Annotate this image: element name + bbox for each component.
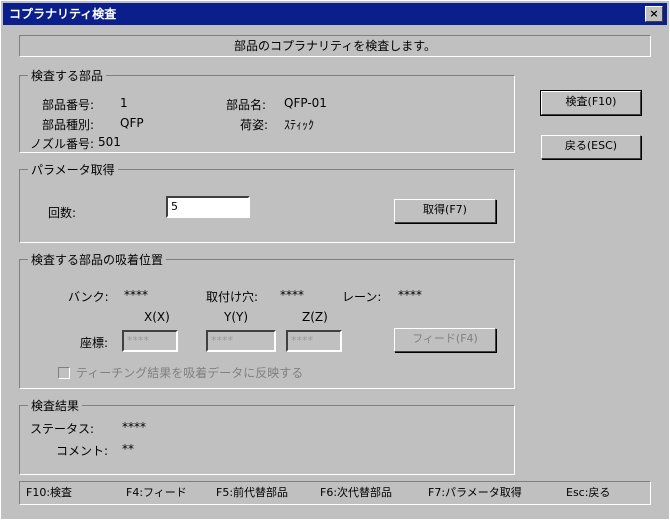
status-label: ステータス:	[30, 422, 95, 436]
nozzle-label: ノズル番号:	[30, 137, 95, 151]
status-value: ****	[122, 420, 146, 434]
part-name-value: QFP-01	[284, 96, 327, 110]
z-axis-label: Z(Z)	[302, 310, 328, 324]
param-group: パラメータ取得 回数: 5 取得(F7)	[19, 161, 515, 243]
shortcut-f4: F4:フィード	[126, 486, 187, 499]
bank-label: バンク:	[68, 290, 109, 304]
shortcut-f6: F6:次代替部品	[320, 486, 393, 499]
z-coord-input[interactable]: ****	[286, 330, 342, 352]
position-group: 検査する部品の吸着位置 バンク: **** 取付け穴: **** レーン: **…	[19, 251, 515, 389]
part-number-value: 1	[120, 96, 128, 110]
x-coord-input[interactable]: ****	[122, 330, 178, 352]
lane-label: レーン:	[342, 290, 382, 304]
shortcut-f5: F5:前代替部品	[216, 486, 289, 499]
shortcut-esc: Esc:戻る	[566, 486, 611, 499]
reflect-checkbox[interactable]	[58, 367, 70, 379]
y-coord-input[interactable]: ****	[206, 330, 276, 352]
shortcut-f10: F10:検査	[26, 486, 73, 499]
lane-value: ****	[398, 288, 422, 302]
fixture-label: 取付け穴:	[206, 290, 259, 304]
part-group: 検査する部品 部品番号: 1 部品名: QFP-01 部品種別: QFP 荷姿:…	[19, 67, 515, 153]
result-group: 検査結果 ステータス: **** コメント: **	[19, 397, 515, 475]
message-bar: 部品のコプラナリティを検査します。	[19, 35, 651, 57]
coplanarity-dialog: コプラナリティ検査 × 部品のコプラナリティを検査します。 検査する部品 部品番…	[0, 0, 670, 520]
acquire-button[interactable]: 取得(F7)	[394, 199, 496, 223]
part-name-label: 部品名:	[226, 98, 267, 112]
part-type-label: 部品種別:	[42, 118, 95, 132]
bank-value: ****	[124, 288, 148, 302]
shortcut-bar: F10:検査 F4:フィード F5:前代替部品 F6:次代替部品 F7:パラメー…	[19, 481, 651, 505]
count-label: 回数:	[48, 206, 77, 220]
comment-label: コメント:	[56, 444, 109, 458]
back-button[interactable]: 戻る(ESC)	[541, 135, 641, 159]
coord-label: 座標:	[80, 336, 109, 350]
y-axis-label: Y(Y)	[224, 310, 249, 324]
feed-button[interactable]: フィード(F4)	[394, 328, 496, 352]
window-title: コプラナリティ検査	[9, 7, 117, 21]
title-bar[interactable]: コプラナリティ検査 ×	[3, 3, 667, 25]
inspect-button[interactable]: 検査(F10)	[540, 90, 642, 116]
shape-value: ｽﾃｨｯｸ	[284, 118, 315, 132]
fixture-value: ****	[280, 288, 304, 302]
reflect-checkbox-label: ティーチング結果を吸着データに反映する	[76, 366, 304, 380]
close-button[interactable]: ×	[645, 6, 663, 22]
shape-label: 荷姿:	[240, 118, 269, 132]
shortcut-f7: F7:パラメータ取得	[428, 486, 522, 499]
part-group-title: 検査する部品	[28, 67, 107, 84]
result-group-title: 検査結果	[28, 397, 83, 414]
comment-value: **	[122, 442, 134, 456]
part-type-value: QFP	[120, 116, 144, 130]
x-axis-label: X(X)	[144, 310, 170, 324]
position-group-title: 検査する部品の吸着位置	[28, 251, 167, 268]
part-number-label: 部品番号:	[42, 98, 95, 112]
nozzle-value: 501	[98, 135, 121, 149]
param-group-title: パラメータ取得	[28, 161, 118, 178]
count-input[interactable]: 5	[166, 196, 250, 218]
